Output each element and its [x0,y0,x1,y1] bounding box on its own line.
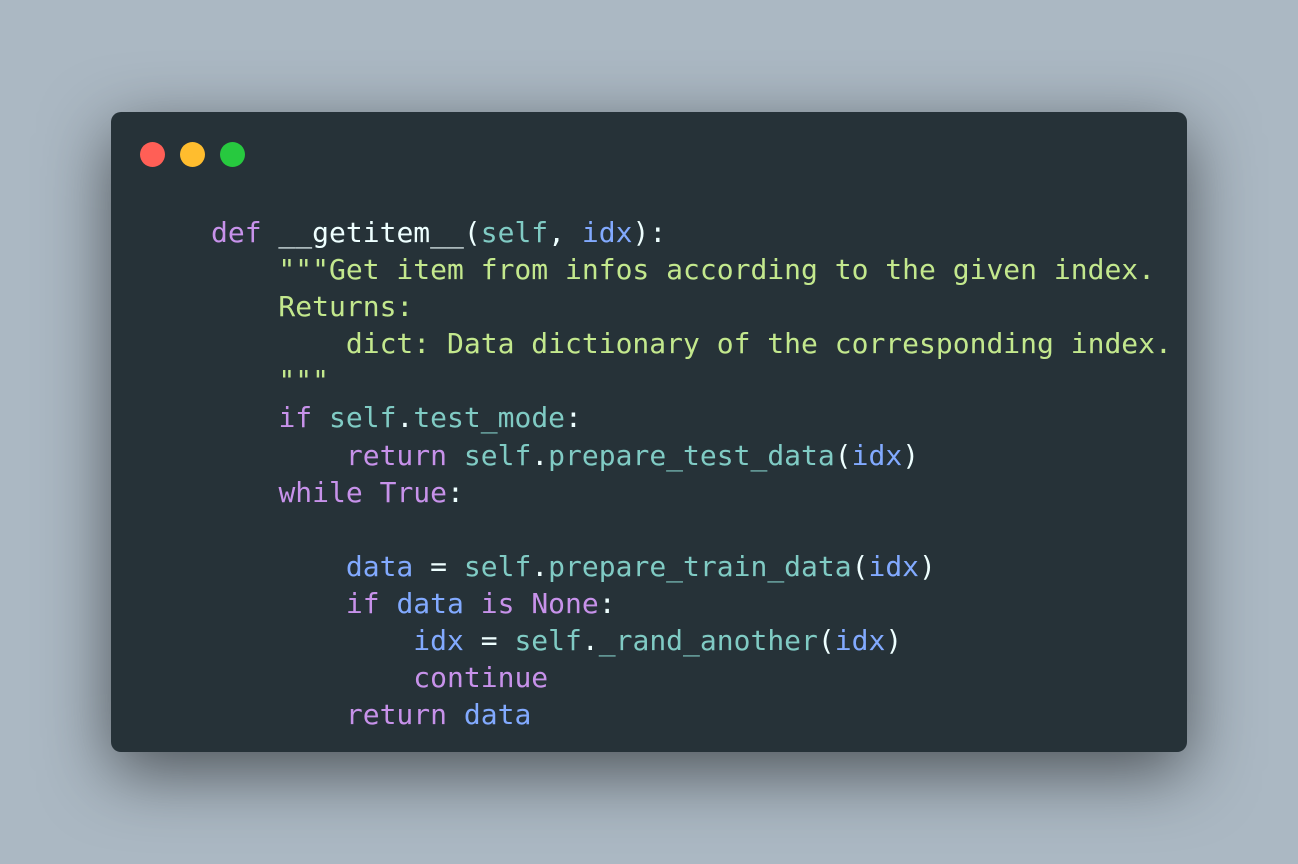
code-line: if data is None: [211,585,1172,622]
code-token-keyword: return [345,438,448,472]
code-token-punctuation [211,661,413,694]
code-token-punctuation: ( [834,438,852,472]
code-token-punctuation: ( [817,624,835,658]
code-token-keyword: return [345,698,448,732]
minimize-window-button[interactable] [180,142,205,167]
code-token-keyword: True [379,475,448,509]
code-token-string: Returns: [211,290,414,324]
code-token-self: self [514,624,582,658]
code-token-punctuation [211,698,346,731]
code-token-variable: data [345,549,414,583]
code-token-punctuation [211,439,346,472]
code-token-string: """Get item from infos according to the … [211,253,1156,287]
code-token-punctuation [211,550,346,583]
code-token-string: dict: Data dictionary of the correspondi… [211,327,1172,361]
code-token-variable: idx [834,624,886,658]
code-token-variable: idx [581,216,633,249]
code-line: while True: [211,474,1172,511]
code-token-punctuation: . [531,438,549,472]
code-token-punctuation: . [581,624,599,658]
code-token-method: test_mode [413,401,566,435]
code-token-punctuation [464,587,481,620]
code-token-keyword: if [278,401,313,435]
code-token-variable: idx [868,549,920,583]
code-token-method: prepare_test_data [548,438,835,472]
code-line: Returns: [211,288,1172,325]
code-token-punctuation [211,587,346,620]
code-token-punctuation [514,587,531,620]
code-token-self: self [463,549,532,583]
code-token-function: __getitem__ [261,216,464,249]
code-token-keyword: is [480,586,515,620]
code-token-variable: data [396,586,464,620]
code-token-punctuation [211,624,413,657]
code-token-punctuation: , [548,216,582,249]
code-token-punctuation: : [598,586,616,620]
code-token-punctuation: ) [885,624,903,658]
code-token-self: self [480,216,549,249]
code-line: idx = self._rand_another(idx) [211,622,1172,659]
code-token-punctuation: ( [463,216,481,249]
code-line: """Get item from infos according to the … [211,251,1172,288]
code-token-punctuation: : [565,401,582,435]
code-token-keyword: continue [413,661,549,695]
code-token-keyword: def [211,216,262,249]
code-line: return self.prepare_test_data(idx) [211,437,1172,474]
code-window: def __getitem__(self, idx): """Get item … [111,112,1187,752]
code-token-keyword: if [345,586,380,620]
code-token-variable: idx [851,438,903,472]
code-token-string: """ [211,364,330,398]
code-token-punctuation [211,401,278,434]
code-token-punctuation [211,476,278,509]
code-block: def __getitem__(self, idx): """Get item … [211,214,1172,733]
code-token-method: _rand_another [598,624,818,658]
code-token-self: self [463,438,532,472]
code-token-method: prepare_train_data [548,549,852,583]
code-line: data = self.prepare_train_data(idx) [211,548,1172,585]
code-token-variable: data [463,698,532,732]
maximize-window-button[interactable] [220,142,245,167]
code-token-punctuation: ) [902,438,920,472]
code-token-punctuation: ): [632,216,667,249]
code-token-self: self [329,401,397,435]
code-token-punctuation [312,401,329,434]
code-token-keyword: while [278,475,363,509]
code-token-punctuation: : [447,475,464,509]
code-line: def __getitem__(self, idx): [211,214,1172,251]
code-token-punctuation: = [413,549,464,583]
code-line: continue [211,659,1172,696]
code-token-keyword: None [531,586,599,620]
close-window-button[interactable] [140,142,165,167]
code-token-punctuation [447,698,464,731]
code-token-punctuation [380,587,397,620]
code-token-punctuation [363,476,380,509]
code-token-variable: idx [413,624,464,658]
code-token-punctuation [447,439,464,472]
code-line: dict: Data dictionary of the correspondi… [211,325,1172,362]
code-token-punctuation: ) [919,549,936,583]
code-line: ​ [211,511,1172,548]
code-token-punctuation: ( [851,549,869,583]
code-line: """ [211,362,1172,399]
code-line: if self.test_mode: [211,399,1172,436]
code-token-punctuation: . [531,549,549,583]
code-line: return data [211,696,1172,733]
code-token-punctuation: = [463,624,515,658]
code-token-punctuation: . [396,401,414,435]
